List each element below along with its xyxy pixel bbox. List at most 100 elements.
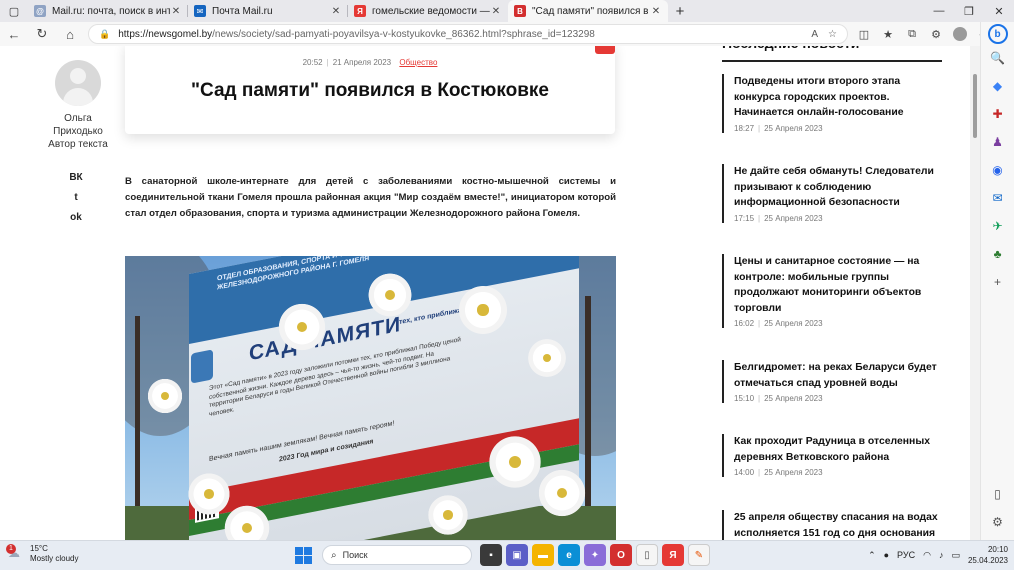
close-tab-icon[interactable]: ✕ (170, 6, 182, 17)
news-item[interactable]: Цены и санитарное состояние — на контрол… (722, 254, 942, 328)
news-item[interactable]: Подведены итоги второго этапа конкурса г… (722, 74, 942, 133)
language-indicator[interactable]: РУС (897, 550, 915, 560)
system-tray: ⌃ ● РУС ◠ ♪ ▭ 20:10 25.04.2023 (868, 544, 1008, 566)
url-path: /news/society/sad-pamyati-poyavilsya-v-k… (212, 28, 595, 40)
tab-strip: ▢ @ Mail.ru: почта, поиск в интерне ✕ ✉ … (0, 0, 1014, 22)
news-item-title[interactable]: 25 апреля обществу спасания на водах исп… (734, 510, 942, 540)
tools-icon[interactable]: ✚ (981, 100, 1014, 128)
close-tab-icon[interactable]: ✕ (330, 6, 342, 17)
shopping-tag-icon[interactable]: ◆ (981, 72, 1014, 100)
tab-yandex[interactable]: Я гомельские ведомости — Яндекс ✕ (348, 0, 508, 22)
news-item-title[interactable]: Как проходит Радуница в отселенных дерев… (734, 434, 942, 465)
tab-title: гомельские ведомости — Яндекс (372, 5, 490, 17)
article-title: "Сад памяти" появился в Костюковке (191, 80, 549, 101)
scrollbar-thumb[interactable] (973, 74, 977, 138)
sign-logo-icon (191, 349, 213, 384)
drop-icon[interactable]: ✈ (981, 212, 1014, 240)
tab-mail[interactable]: ✉ Почта Mail.ru ✕ (188, 0, 348, 22)
taskbar-search[interactable]: ⌕ Поиск (322, 545, 472, 565)
add-sidebar-app-icon[interactable]: + (981, 268, 1014, 296)
read-aloud-icon[interactable]: A (811, 29, 818, 40)
article-category-link[interactable]: Общество (399, 58, 437, 67)
author-block[interactable]: Ольга Приходько Автор текста (40, 60, 116, 151)
search-icon[interactable]: 🔍 (981, 44, 1014, 72)
back-button[interactable]: ← (0, 22, 28, 46)
taskbar: ☁1 15°C Mostly cloudy ⌕ Поиск ▪ ▣ ▬ e ✦ O… (0, 540, 1014, 570)
new-tab-button[interactable]: + (668, 0, 692, 22)
news-item[interactable]: Как проходит Радуница в отселенных дерев… (722, 434, 942, 477)
extensions-icon[interactable]: ⚙ (924, 22, 948, 46)
clock-date: 25.04.2023 (967, 556, 1008, 565)
news-item[interactable]: Белгидромет: на реках Беларуси будет отм… (722, 360, 942, 403)
copilot-app-icon[interactable]: ✦ (584, 544, 606, 566)
reload-button[interactable]: ↻ (28, 22, 56, 46)
microsoft-365-icon[interactable]: ◉ (981, 156, 1014, 184)
close-tab-icon[interactable]: ✕ (490, 6, 502, 17)
news-item-time: 18:27 (734, 123, 755, 133)
profile-avatar[interactable] (948, 22, 972, 46)
news-item-date: 25 Апреля 2023 (764, 319, 823, 328)
tab-title: Mail.ru: почта, поиск в интерне (52, 5, 170, 17)
notepad-icon[interactable]: ▯ (636, 544, 658, 566)
tray-overflow-icon[interactable]: ⌃ (868, 550, 876, 561)
file-explorer-icon[interactable]: ▬ (532, 544, 554, 566)
news-item-title[interactable]: Не дайте себя обмануть! Следователи приз… (734, 164, 942, 211)
close-tab-icon[interactable]: ✕ (650, 6, 662, 17)
sidebar-settings-icon[interactable]: ⚙ (981, 508, 1014, 536)
vk-share-icon[interactable]: ВК (69, 172, 82, 184)
url-text: https://newsgomel.by/news/society/sad-pa… (118, 29, 811, 40)
minimize-icon[interactable]: — (924, 0, 954, 22)
favorite-star-icon[interactable]: ☆ (828, 29, 837, 40)
weather-temperature: 15°C (30, 544, 48, 553)
page-scrollbar[interactable] (970, 46, 980, 540)
article-date: 21 Апреля 2023 (332, 58, 392, 67)
favorites-icon[interactable]: ★ (876, 22, 900, 46)
network-app-icon[interactable]: ● (884, 550, 889, 560)
weather-widget[interactable]: ☁1 15°C Mostly cloudy (6, 544, 78, 564)
tab-mailru[interactable]: @ Mail.ru: почта, поиск в интерне ✕ (28, 0, 188, 22)
article-photo[interactable]: ОТДЕЛ ОБРАЗОВАНИЯ, СПОРТА И ТУРИЗМА АДМИ… (125, 256, 616, 540)
twitter-share-icon[interactable]: t (74, 192, 77, 204)
wifi-icon[interactable]: ◠ (923, 550, 931, 561)
author-avatar[interactable] (55, 60, 101, 106)
newsgomel-favicon-icon: В (514, 5, 526, 17)
news-item[interactable]: 25 апреля обществу спасания на водах исп… (722, 510, 942, 540)
news-item-title[interactable]: Подведены итоги второго этапа конкурса г… (734, 74, 942, 121)
collections-icon[interactable]: ⧉ (900, 22, 924, 46)
home-button[interactable]: ⌂ (56, 22, 84, 46)
volume-icon[interactable]: ♪ (939, 550, 944, 560)
tab-newsgomel[interactable]: В "Сад памяти" появился в Костю ✕ (508, 0, 668, 22)
opera-browser-icon[interactable]: O (610, 544, 632, 566)
yandex-browser-icon[interactable]: Я (662, 544, 684, 566)
latest-news-column: Последние новости Подведены итоги второг… (722, 46, 942, 540)
tree-icon[interactable]: ♣ (981, 240, 1014, 268)
mailru-favicon-icon: @ (34, 5, 46, 17)
app-icon[interactable]: ✎ (688, 544, 710, 566)
bing-chat-icon[interactable]: b (987, 24, 1008, 44)
edge-browser-icon[interactable]: e (558, 544, 580, 566)
lock-icon[interactable]: 🔒 (99, 29, 110, 40)
article-header-card: 20:52 | 21 Апреля 2023 Общество "Сад памят… (125, 46, 615, 134)
sidebar-toggle-icon[interactable]: ▯ (981, 480, 1014, 508)
author-first-name: Ольга (64, 113, 92, 124)
task-view-icon[interactable]: ▪ (480, 544, 502, 566)
teams-chat-icon[interactable]: ▣ (506, 544, 528, 566)
close-window-icon[interactable]: ✕ (984, 0, 1014, 22)
address-bar[interactable]: 🔒 https://newsgomel.by/news/society/sad-… (88, 24, 848, 44)
bookmark-icon[interactable] (595, 46, 615, 54)
split-screen-icon[interactable]: ◫ (852, 22, 876, 46)
games-icon[interactable]: ♟ (981, 128, 1014, 156)
outlook-icon[interactable]: ✉ (981, 184, 1014, 212)
workspaces-icon[interactable]: ▢ (0, 0, 28, 22)
odnoklassniki-share-icon[interactable]: ok (70, 212, 82, 224)
battery-icon[interactable]: ▭ (951, 550, 960, 561)
start-button[interactable] (292, 544, 314, 566)
news-item[interactable]: Не дайте себя обмануть! Следователи приз… (722, 164, 942, 223)
restore-icon[interactable]: ❐ (954, 0, 984, 22)
search-icon: ⌕ (331, 549, 337, 561)
news-item-time: 15:10 (734, 394, 755, 403)
clock[interactable]: 20:10 25.04.2023 (968, 544, 1008, 566)
news-item-title[interactable]: Цены и санитарное состояние — на контрол… (734, 254, 942, 316)
author-last-name: Приходько (53, 126, 103, 137)
news-item-title[interactable]: Белгидромет: на реках Беларуси будет отм… (734, 360, 942, 391)
